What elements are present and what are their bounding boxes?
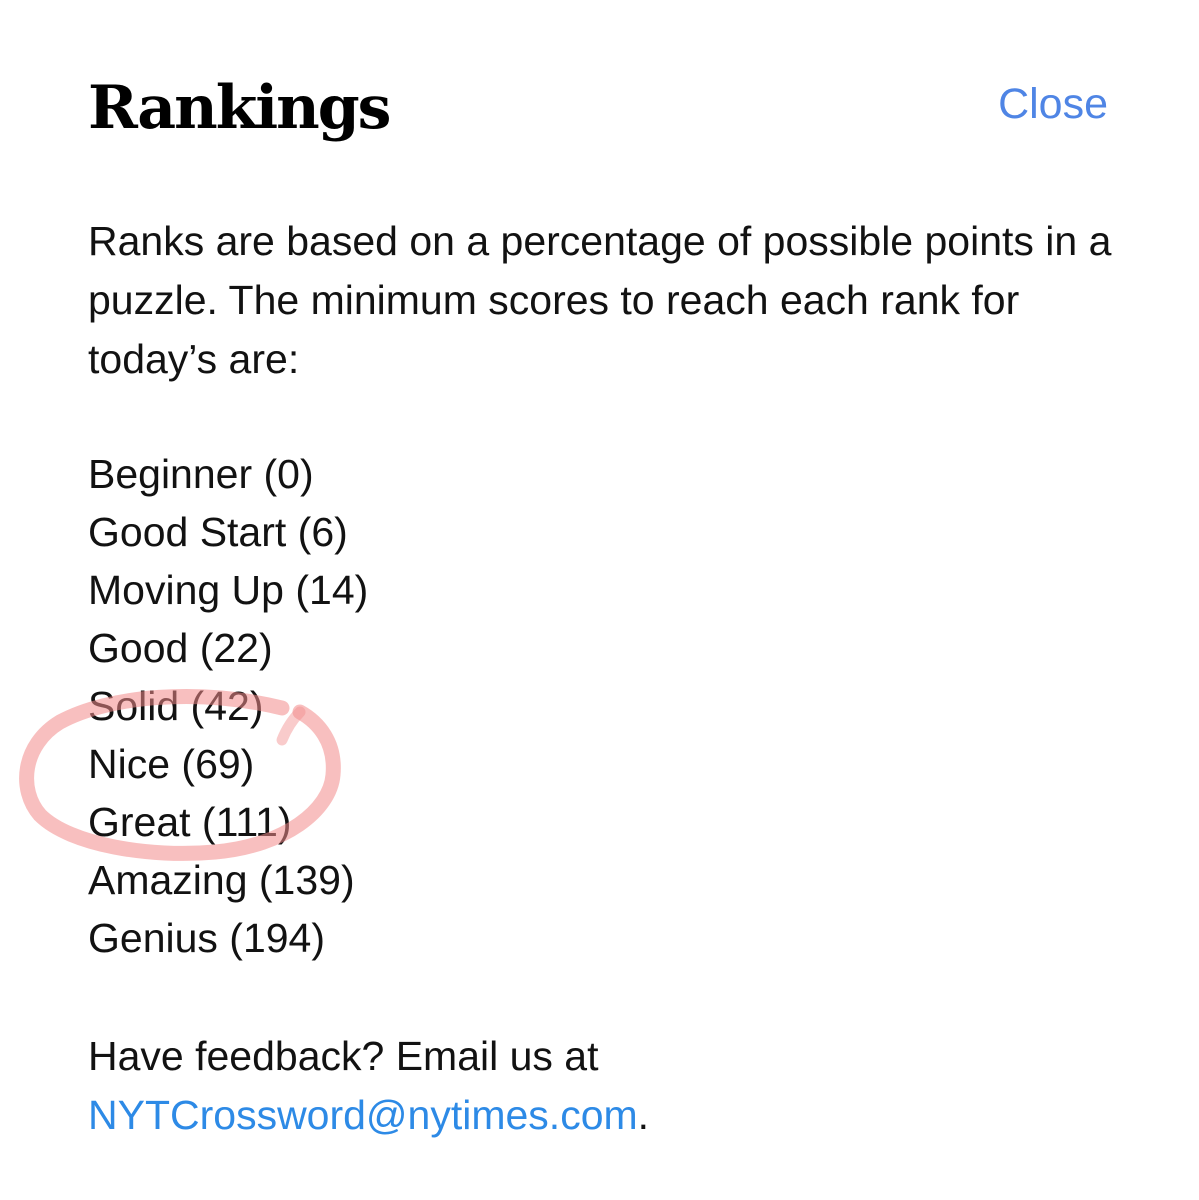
rank-item-genius: Genius (194)	[88, 915, 326, 961]
rankings-description: Ranks are based on a percentage of possi…	[88, 218, 1112, 382]
feedback-email-link[interactable]: NYTCrossword@nytimes.com	[88, 1092, 638, 1138]
feedback-prefix: Have feedback? Email us at	[88, 1033, 599, 1079]
feedback-suffix: .	[637, 1092, 650, 1138]
rank-item-good-start: Good Start (6)	[88, 509, 348, 555]
rank-item-nice: Nice (69)	[88, 741, 255, 787]
rank-item-great: Great (111)	[88, 799, 292, 845]
modal-title: Rankings	[88, 73, 391, 143]
rank-item-beginner: Beginner (0)	[88, 451, 314, 497]
rankings-modal: Rankings Close Ranks are based on a perc…	[0, 0, 1199, 1200]
rank-item-amazing: Amazing (139)	[88, 857, 355, 903]
rank-list: Beginner (0) Good Start (6) Moving Up (1…	[88, 445, 368, 967]
rank-item-solid: Solid (42)	[88, 683, 264, 729]
rank-item-moving-up: Moving Up (14)	[88, 567, 369, 613]
close-button[interactable]: Close	[998, 78, 1108, 130]
feedback-text: Have feedback? Email us at NYTCrossword@n…	[88, 1027, 1128, 1145]
rank-item-good: Good (22)	[88, 625, 273, 671]
